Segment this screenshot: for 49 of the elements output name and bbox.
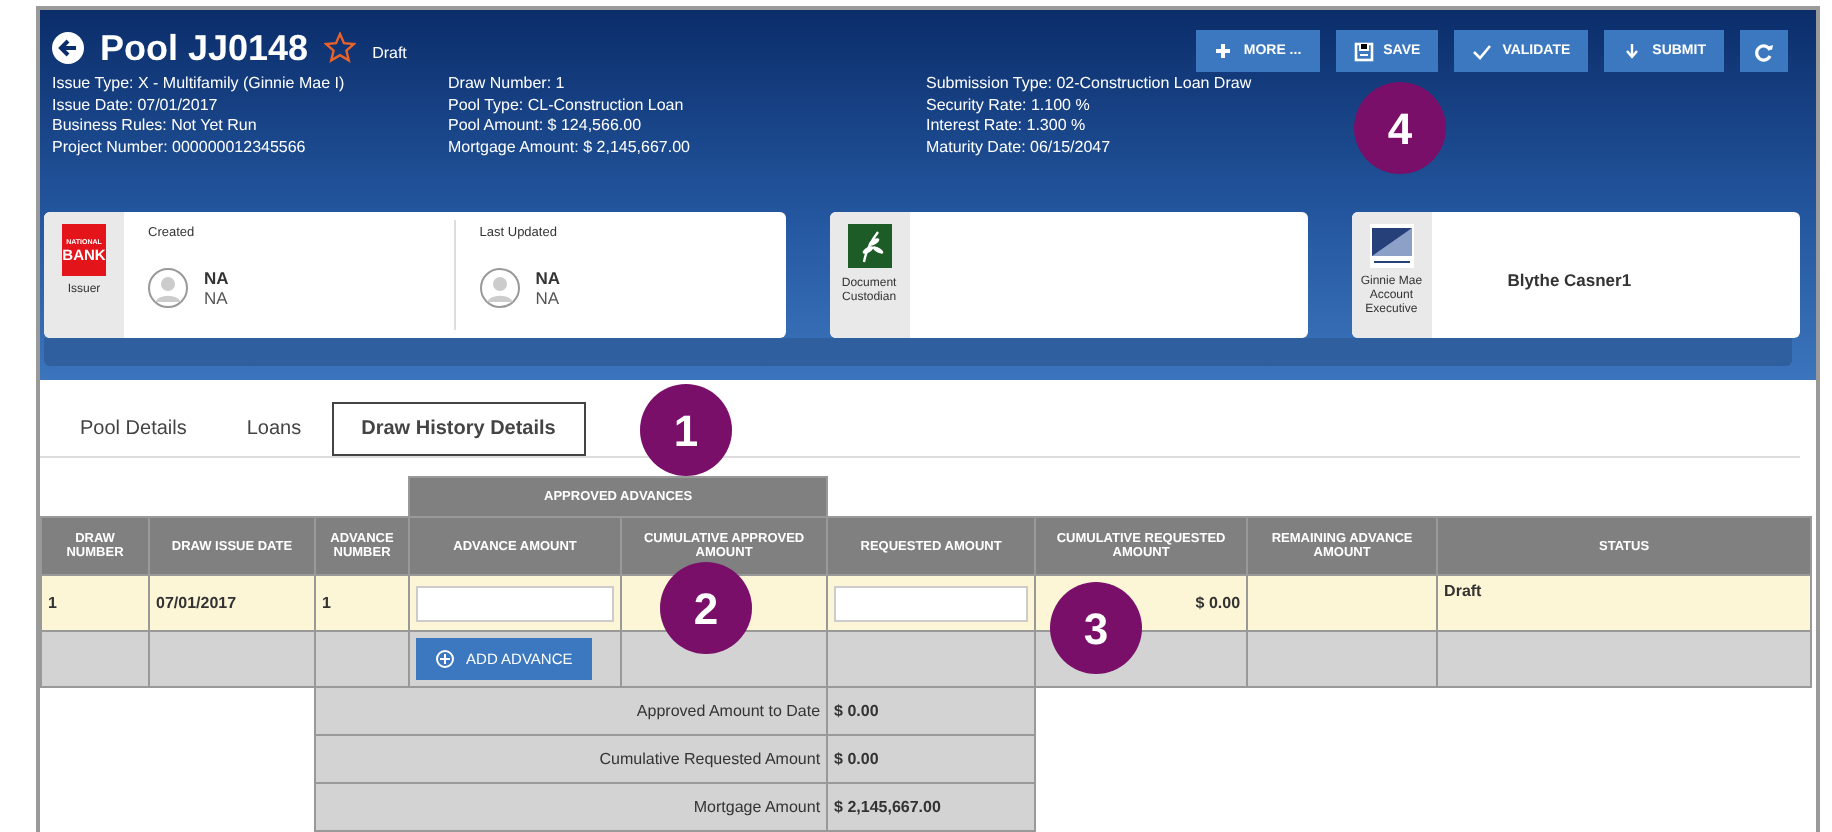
- person-name: Blythe Casner1: [1507, 268, 1632, 294]
- avatar-icon: [479, 267, 520, 308]
- info-text: Draw Number: 1: [448, 74, 567, 95]
- table-cell: 1: [322, 593, 331, 611]
- star-icon[interactable]: [324, 32, 357, 64]
- summary-value: $ 0.00: [834, 749, 879, 767]
- info-text: Business Rules: Not Yet Run: [52, 116, 259, 137]
- info-text: Project Number: 000000012345566: [52, 137, 308, 158]
- table-cell: $ 0.00: [1195, 593, 1241, 611]
- leaf-icon: [847, 224, 892, 268]
- info-text: Mortgage Amount: $ 2,145,667.00: [448, 137, 692, 158]
- summary-label: Approved Amount to Date: [636, 701, 821, 719]
- add-icon: [436, 650, 455, 668]
- info-text: Issue Date: 07/01/2017: [52, 95, 220, 116]
- info-text: Pool Amount: $ 124,566.00: [448, 116, 644, 137]
- table-cell: 1: [48, 593, 57, 611]
- avatar-icon: [148, 267, 188, 308]
- amount-input-field[interactable]: [834, 585, 1029, 621]
- table-cell: Draft: [1444, 582, 1482, 600]
- person-detail: NA: [535, 287, 561, 308]
- info-text: Submission Type: 02-Construction Loan Draw: [926, 74, 1254, 95]
- table-cell: 07/01/2017: [156, 593, 237, 611]
- summary-label: Mortgage Amount: [693, 797, 821, 815]
- info-text: Issue Type: X - Multifamily (Ginnie Mae I): [52, 74, 347, 95]
- summary-value: $ 2,145,667.00: [834, 797, 941, 815]
- person-name: NA: [204, 267, 229, 288]
- status-text: Draft: [372, 42, 407, 66]
- callout-marker: 1: [640, 384, 732, 476]
- flag-logo-icon: [1369, 224, 1414, 268]
- back-icon[interactable]: [52, 32, 84, 64]
- refresh-icon: [1754, 41, 1774, 61]
- info-text: Maturity Date: 06/15/2047: [926, 137, 1113, 158]
- info-text: Security Rate: 1.100 %: [926, 95, 1092, 116]
- tab[interactable]: Loans: [216, 402, 332, 456]
- refresh-button[interactable]: [1740, 30, 1788, 72]
- save-icon: [1353, 41, 1374, 61]
- summary-value: $ 0.00: [834, 701, 879, 719]
- info-text: Interest Rate: 1.300 %: [926, 116, 1088, 137]
- tab[interactable]: Pool Details: [40, 402, 217, 456]
- page-title: Pool JJ0148: [100, 26, 309, 70]
- tab[interactable]: Draw History Details: [331, 402, 586, 456]
- down-arrow-icon: [1622, 41, 1643, 61]
- plus-icon: [1213, 41, 1234, 61]
- checkmark-icon: [1472, 41, 1493, 61]
- info-text: Pool Type: CL-Construction Loan: [448, 95, 686, 116]
- person-detail: NA: [204, 287, 229, 308]
- summary-label: Cumulative Requested Amount: [599, 749, 821, 767]
- amount-input-field[interactable]: [416, 585, 615, 621]
- person-name: NA: [535, 267, 561, 288]
